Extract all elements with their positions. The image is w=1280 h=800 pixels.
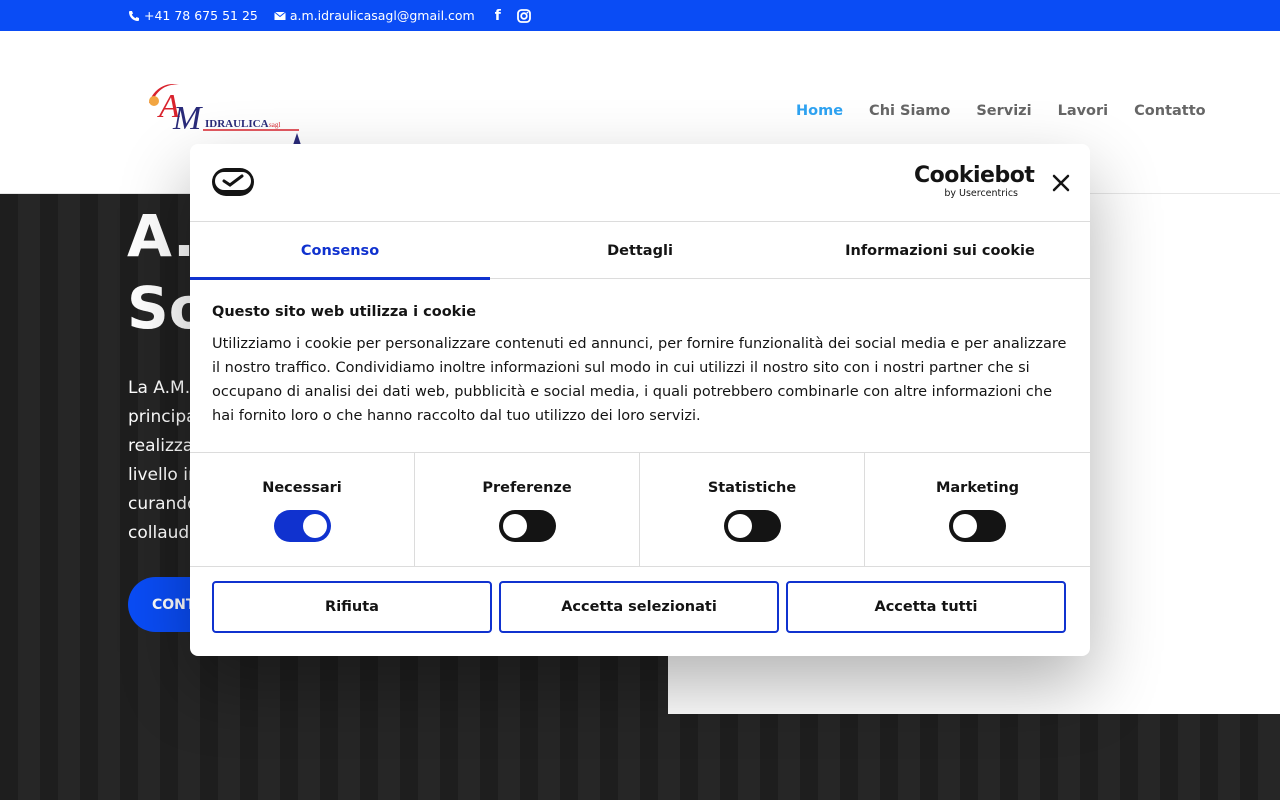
logo-sagl: sagl — [269, 121, 280, 129]
consent-buttons: Rifiuta Accetta selezionati Accetta tutt… — [212, 581, 1068, 633]
envelope-icon — [274, 11, 286, 20]
toggle-group-marketing: Marketing — [865, 453, 1090, 566]
site-logo[interactable]: A M IDRAULICA sagl — [145, 75, 305, 155]
marketing-toggle[interactable] — [949, 510, 1006, 542]
dialog-tabs: Consenso Dettagli Informazioni sui cooki… — [190, 222, 1090, 280]
tab-consenso[interactable]: Consenso — [190, 222, 490, 280]
phone-icon — [129, 10, 139, 21]
consent-body: Questo sito web utilizza i cookie Utiliz… — [212, 304, 1072, 428]
top-bar: +41 78 675 51 25 a.m.idraulicasagl@gmail… — [0, 0, 1280, 31]
toggle-label: Preferenze — [482, 480, 572, 496]
logo-letter-m: M — [172, 100, 203, 137]
dialog-header: Cookiebot by Usercentrics — [190, 144, 1090, 222]
nav-servizi[interactable]: Servizi — [976, 103, 1031, 119]
logo-idraulica: IDRAULICA — [205, 118, 269, 130]
brand-name: Cookiebot — [914, 163, 1035, 188]
nav-contatto[interactable]: Contatto — [1134, 103, 1205, 119]
toggle-group-necessari: Necessari — [190, 453, 415, 566]
email-link[interactable]: a.m.idraulicasagl@gmail.com — [274, 8, 475, 23]
toggle-label: Marketing — [935, 480, 1020, 496]
nav-chi-siamo[interactable]: Chi Siamo — [869, 103, 950, 119]
cookiebot-brand: Cookiebot by Usercentrics — [914, 163, 1035, 200]
toggle-group-statistiche: Statistiche — [640, 453, 865, 566]
toggle-group-preferenze: Preferenze — [415, 453, 640, 566]
cookiebot-logo-icon — [212, 168, 254, 196]
accept-all-button[interactable]: Accetta tutti — [786, 581, 1066, 633]
logo-mark: A M IDRAULICA sagl — [149, 83, 301, 145]
toggle-label: Statistiche — [707, 480, 797, 496]
phone-number: +41 78 675 51 25 — [144, 8, 258, 23]
consent-toggles: Necessari Preferenze Statistiche Marketi… — [190, 452, 1090, 567]
tab-informazioni[interactable]: Informazioni sui cookie — [790, 222, 1090, 279]
phone-link[interactable]: +41 78 675 51 25 — [128, 8, 258, 23]
instagram-icon[interactable] — [516, 8, 531, 23]
consent-heading: Questo sito web utilizza i cookie — [212, 304, 477, 320]
tab-dettagli[interactable]: Dettagli — [490, 222, 790, 279]
close-icon[interactable] — [1050, 172, 1072, 194]
nav-lavori[interactable]: Lavori — [1058, 103, 1109, 119]
cookie-consent-dialog: Cookiebot by Usercentrics Consenso Detta… — [190, 144, 1090, 656]
nav-home[interactable]: Home — [796, 103, 843, 119]
necessari-toggle[interactable] — [273, 510, 331, 542]
reject-button[interactable]: Rifiuta — [212, 581, 492, 633]
preferenze-toggle[interactable] — [498, 510, 556, 542]
brand-subtitle: by Usercentrics — [944, 188, 1018, 199]
toggle-label: Necessari — [262, 480, 342, 496]
email-address: a.m.idraulicasagl@gmail.com — [289, 8, 475, 23]
main-nav: Home Chi Siamo Servizi Lavori Contatto — [796, 103, 1206, 119]
consent-text: Utilizziamo i cookie per personalizzare … — [212, 336, 1067, 424]
accept-selected-button[interactable]: Accetta selezionati — [499, 581, 779, 633]
facebook-icon[interactable]: f — [495, 8, 501, 24]
statistiche-toggle[interactable] — [723, 510, 781, 542]
